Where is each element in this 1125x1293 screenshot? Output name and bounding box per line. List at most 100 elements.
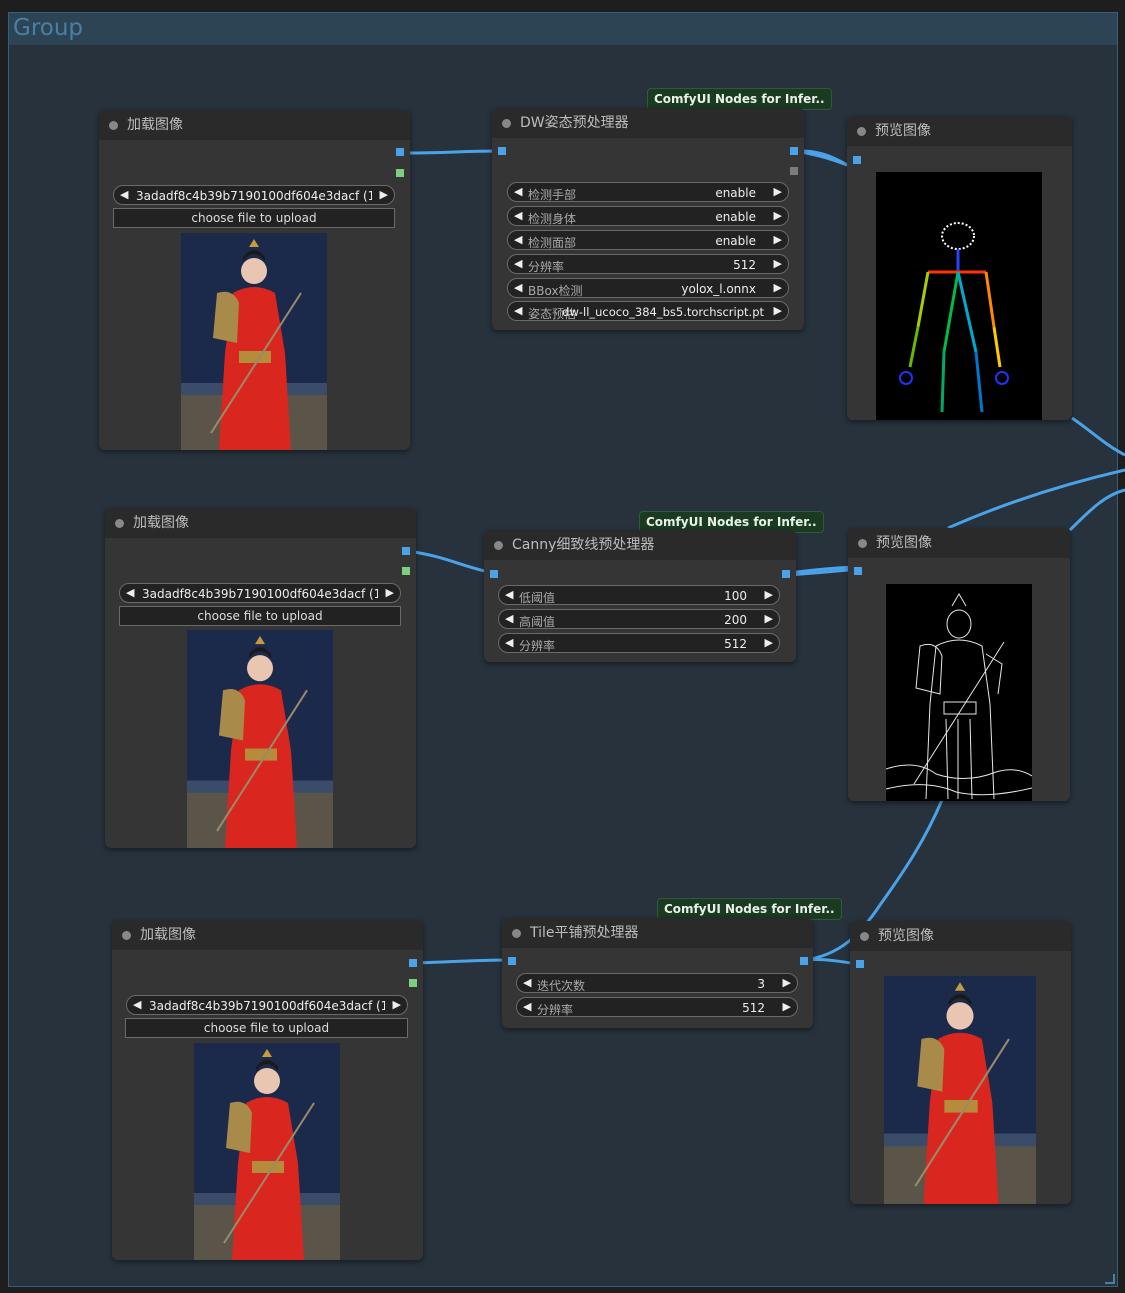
arrow-left-icon[interactable]: ◀ [523,976,531,989]
image-filename: 3adadf8c4b39b7190100df604e3dacf (1).jpg [142,587,378,601]
output-mask-port[interactable] [402,567,410,575]
tile-widget-iterations[interactable]: ◀ 迭代次数 3 ▶ [516,973,798,993]
arrow-right-icon[interactable]: ▶ [774,185,782,198]
load-image-node-2[interactable]: 加载图像 ◀ 3adadf8c4b39b7190100df604e3dacf (… [105,508,416,848]
image-combo[interactable]: ◀ 3adadf8c4b39b7190100df604e3dacf (1).jp… [119,583,401,603]
collapse-dot-icon[interactable] [109,121,118,130]
output-image-port[interactable] [782,570,790,578]
output-image-port[interactable] [402,547,410,555]
node-title: 预览图像 [878,928,934,944]
node-title: DW姿态预处理器 [520,115,629,131]
node-title-bar[interactable]: Tile平铺预处理器 [502,918,813,948]
output-mask-port[interactable] [396,169,404,177]
arrow-right-icon[interactable]: ▶ [774,281,782,294]
node-title-bar[interactable]: Canny细致线预处理器 [484,530,796,560]
dw-widget-detect-body[interactable]: ◀ 检测身体 enable ▶ [507,206,789,226]
node-title-bar[interactable]: 加载图像 [112,920,423,950]
group-resize-handle[interactable] [1105,1274,1115,1284]
arrow-left-icon[interactable]: ◀ [505,636,513,649]
arrow-right-icon[interactable]: ▶ [765,636,773,649]
arrow-right-icon[interactable]: ▶ [783,976,791,989]
canny-preview-image [886,584,1032,801]
image-filename: 3adadf8c4b39b7190100df604e3dacf (1).jpg [149,999,385,1013]
input-images-port[interactable] [853,156,861,164]
arrow-left-icon[interactable]: ◀ [126,586,134,599]
arrow-right-icon[interactable]: ▶ [774,233,782,246]
collapse-dot-icon[interactable] [494,541,503,550]
node-title-bar[interactable]: 加载图像 [99,110,410,140]
input-images-port[interactable] [856,960,864,968]
dw-widget-bbox-detector[interactable]: ◀ BBox检测 yolox_l.onnx ▶ [507,278,789,298]
output-image-port[interactable] [396,148,404,156]
node-title-bar[interactable]: 预览图像 [847,116,1072,146]
node-canvas[interactable]: Group 加载图像 ◀ 3adadf8c4b39b7190100df604e3… [0,0,1125,1293]
collapse-dot-icon[interactable] [122,931,131,940]
dw-pose-preprocessor-node[interactable]: DW姿态预处理器 ◀ 检测手部 enable ▶ ◀ 检测身体 enable ▶… [492,108,804,330]
input-image-port[interactable] [490,570,498,578]
canny-preprocessor-node[interactable]: Canny细致线预处理器 ◀ 低阈值 100 ▶ ◀ 高阈值 200 ▶ ◀ 分… [484,530,796,662]
arrow-left-icon[interactable]: ◀ [505,588,513,601]
node-title-bar[interactable]: DW姿态预处理器 [492,108,804,138]
dw-widget-resolution[interactable]: ◀ 分辨率 512 ▶ [507,254,789,274]
arrow-right-icon[interactable]: ▶ [774,209,782,222]
dw-widget-pose-estimator[interactable]: ◀ 姿态预估 dw-ll_ucoco_384_bs5.torchscript.p… [507,301,789,321]
collapse-dot-icon[interactable] [115,519,124,528]
arrow-right-icon[interactable]: ▶ [783,1000,791,1013]
node-title: Canny细致线预处理器 [512,537,655,553]
upload-button[interactable]: choose file to upload [125,1018,408,1038]
arrow-right-icon[interactable]: ▶ [380,188,388,201]
source-badge: ComfyUI Nodes for Infer.. [657,898,842,920]
canny-widget-low-threshold[interactable]: ◀ 低阈值 100 ▶ [498,585,780,605]
input-image-port[interactable] [508,957,516,965]
collapse-dot-icon[interactable] [860,932,869,941]
image-combo[interactable]: ◀ 3adadf8c4b39b7190100df604e3dacf (1).jp… [113,185,395,205]
preview-image-node-3[interactable]: 预览图像 [850,921,1071,1204]
load-image-node-3[interactable]: 加载图像 ◀ 3adadf8c4b39b7190100df604e3dacf (… [112,920,423,1260]
upload-button[interactable]: choose file to upload [119,606,401,626]
arrow-left-icon[interactable]: ◀ [514,304,522,317]
collapse-dot-icon[interactable] [502,119,511,128]
arrow-left-icon[interactable]: ◀ [523,1000,531,1013]
arrow-right-icon[interactable]: ▶ [386,586,394,599]
collapse-dot-icon[interactable] [512,929,521,938]
node-title-bar[interactable]: 加载图像 [105,508,416,538]
arrow-left-icon[interactable]: ◀ [514,233,522,246]
input-images-port[interactable] [854,567,862,575]
node-title: 加载图像 [133,515,189,531]
node-title-bar[interactable]: 预览图像 [848,528,1070,558]
arrow-left-icon[interactable]: ◀ [514,185,522,198]
output-image-port[interactable] [790,147,798,155]
arrow-left-icon[interactable]: ◀ [133,998,141,1011]
arrow-right-icon[interactable]: ▶ [765,588,773,601]
arrow-left-icon[interactable]: ◀ [514,209,522,222]
canny-widget-high-threshold[interactable]: ◀ 高阈值 200 ▶ [498,609,780,629]
node-title-bar[interactable]: 预览图像 [850,921,1071,951]
tile-preprocessor-node[interactable]: Tile平铺预处理器 ◀ 迭代次数 3 ▶ ◀ 分辨率 512 ▶ [502,918,813,1028]
image-combo[interactable]: ◀ 3adadf8c4b39b7190100df604e3dacf (1).jp… [126,995,408,1015]
preview-image-node-1[interactable]: 预览图像 [847,116,1072,420]
canny-widget-resolution[interactable]: ◀ 分辨率 512 ▶ [498,633,780,653]
preview-image-node-2[interactable]: 预览图像 [848,528,1070,801]
load-image-node-1[interactable]: 加载图像 ◀ 3adadf8c4b39b7190100df604e3dacf (… [99,110,410,450]
tile-widget-resolution[interactable]: ◀ 分辨率 512 ▶ [516,997,798,1017]
collapse-dot-icon[interactable] [857,127,866,136]
arrow-left-icon[interactable]: ◀ [514,281,522,294]
arrow-right-icon[interactable]: ▶ [774,304,782,317]
arrow-right-icon[interactable]: ▶ [393,998,401,1011]
arrow-left-icon[interactable]: ◀ [120,188,128,201]
arrow-left-icon[interactable]: ◀ [514,257,522,270]
output-pose-keypoint-port[interactable] [790,167,798,175]
node-title: 加载图像 [140,927,196,943]
arrow-left-icon[interactable]: ◀ [505,612,513,625]
dw-widget-detect-hand[interactable]: ◀ 检测手部 enable ▶ [507,182,789,202]
output-image-port[interactable] [800,957,808,965]
dw-widget-detect-face[interactable]: ◀ 检测面部 enable ▶ [507,230,789,250]
arrow-right-icon[interactable]: ▶ [765,612,773,625]
arrow-right-icon[interactable]: ▶ [774,257,782,270]
input-image-port[interactable] [498,147,506,155]
group-header[interactable]: Group [9,13,1117,45]
output-mask-port[interactable] [409,979,417,987]
collapse-dot-icon[interactable] [858,539,867,548]
upload-button[interactable]: choose file to upload [113,208,395,228]
output-image-port[interactable] [409,959,417,967]
